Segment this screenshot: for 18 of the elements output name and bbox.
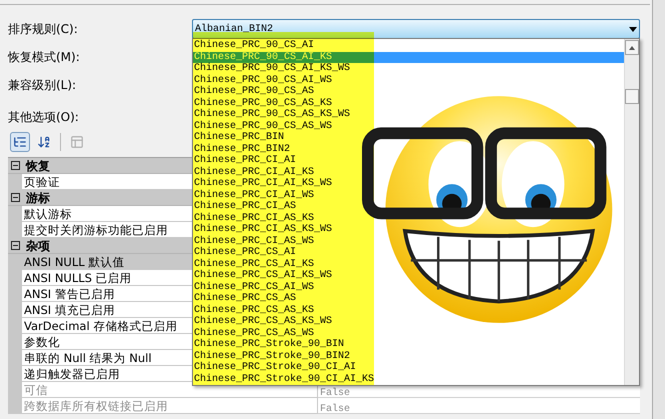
scroll-up-button[interactable]	[625, 40, 639, 55]
collapse-icon[interactable]	[11, 241, 20, 250]
up-arrow-icon	[629, 46, 635, 50]
scrollbar[interactable]	[624, 39, 639, 385]
collapse-icon[interactable]	[11, 161, 20, 170]
scroll-thumb[interactable]	[625, 89, 639, 104]
field-label: 恢复模式(M):	[8, 49, 81, 66]
categorized-view-icon[interactable]	[10, 132, 30, 152]
caret-icon	[629, 26, 637, 32]
collapse-icon[interactable]	[11, 193, 20, 202]
field-label: 排序规则(C):	[8, 21, 79, 38]
category-title: 恢复	[26, 158, 50, 174]
category-title: 杂项	[26, 238, 50, 254]
field-label: 兼容级别(L):	[8, 77, 78, 94]
property-value: False	[320, 404, 350, 415]
field-label: 其他选项(O):	[8, 109, 80, 126]
category-title: 游标	[26, 190, 50, 206]
property-value: False	[320, 388, 350, 399]
